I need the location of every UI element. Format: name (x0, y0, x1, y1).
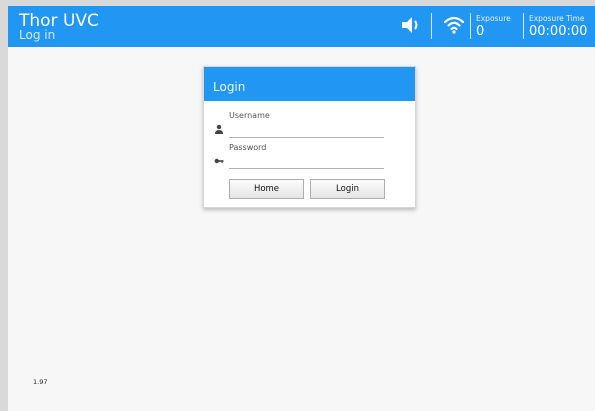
user-icon (215, 124, 223, 134)
header-divider (470, 13, 471, 39)
home-button[interactable]: Home (229, 179, 304, 199)
exposure-time-value: 00:00:00 (529, 24, 588, 39)
login-title: Login (213, 80, 246, 94)
exposure-label: Exposure (476, 14, 511, 23)
version-label: 1.97 (33, 378, 48, 386)
login-dialog-header: Login (204, 67, 415, 101)
exposure-value: 0 (476, 24, 485, 39)
header-divider (431, 13, 432, 39)
screen-name: Log in (19, 28, 56, 42)
top-bar: Thor UVC Log in Exposure 0 Exposure Time… (8, 6, 595, 47)
header-divider (523, 13, 524, 39)
app-window: Thor UVC Log in Exposure 0 Exposure Time… (8, 6, 595, 411)
username-input[interactable] (229, 124, 384, 138)
username-label: Username (229, 111, 270, 120)
login-dialog: Login Username Password Home Login (203, 66, 416, 208)
wifi-icon[interactable] (443, 14, 465, 36)
password-label: Password (229, 143, 267, 152)
password-input[interactable] (229, 155, 384, 169)
speaker-icon[interactable] (400, 14, 422, 36)
exposure-time-label: Exposure Time (529, 14, 585, 23)
key-icon (214, 158, 224, 164)
login-button[interactable]: Login (310, 179, 385, 199)
